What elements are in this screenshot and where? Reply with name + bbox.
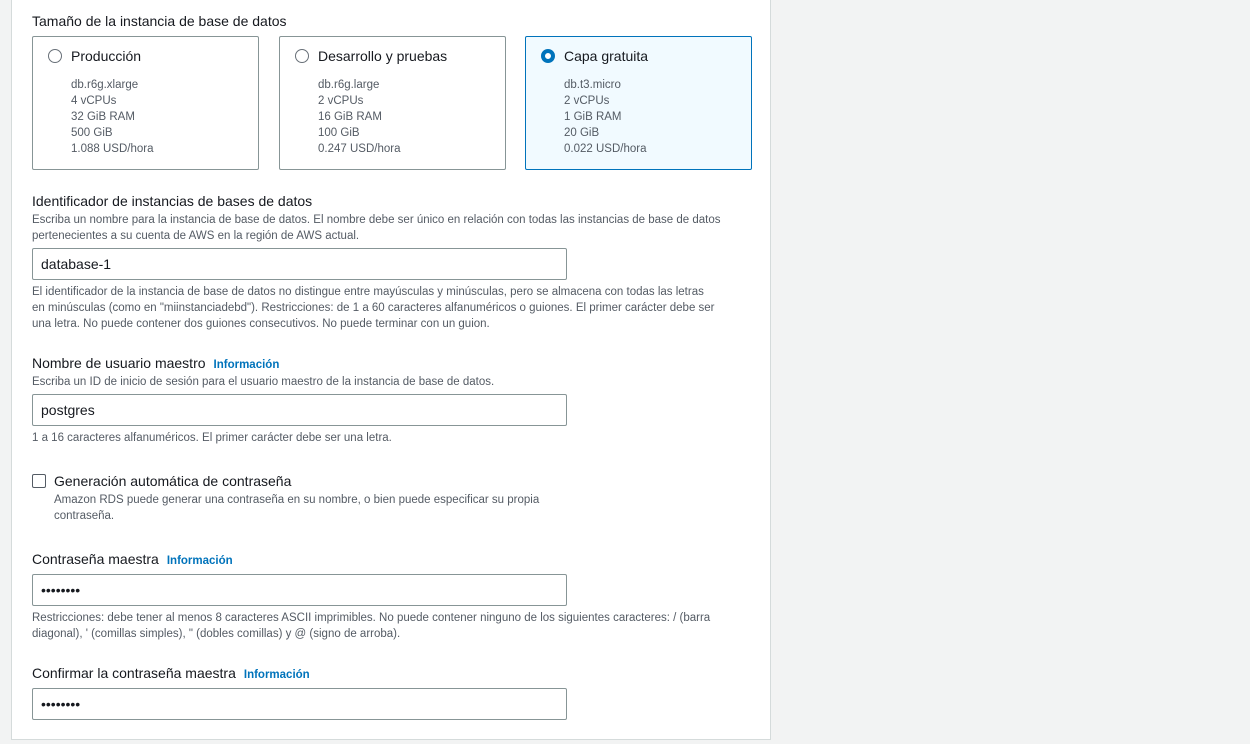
- master-password-hint: Restricciones: debe tener al menos 8 car…: [32, 610, 710, 642]
- auto-password-label[interactable]: Generación automática de contraseña: [54, 472, 291, 490]
- master-password-info-link[interactable]: Información: [167, 555, 233, 567]
- identifier-hint-line: El identificador de la instancia de base…: [32, 286, 704, 298]
- spec-ram: 32 GiB RAM: [71, 111, 135, 123]
- master-password-title: Contraseña maestra: [32, 551, 159, 567]
- confirm-password-input[interactable]: ••••••••: [32, 688, 567, 720]
- identifier-description-line: pertenecientes a su cuenta de AWS en la …: [32, 230, 360, 242]
- identifier-hint-line: una letra. No puede contener dos guiones…: [32, 318, 490, 330]
- confirm-password-title: Confirmar la contraseña maestra: [32, 665, 236, 681]
- identifier-input[interactable]: database-1: [32, 248, 567, 280]
- spec-storage: 20 GiB: [564, 127, 600, 139]
- auto-password-checkbox[interactable]: [32, 474, 46, 488]
- tile-capa-gratuita[interactable]: Capa gratuita db.t3.micro 2 vCPUs 1 GiB …: [525, 36, 752, 170]
- spec-vcpu: 4 vCPUs: [71, 95, 117, 107]
- spec-price: 0.022 USD/hora: [564, 143, 647, 155]
- identifier-description-line: Escriba un nombre para la instancia de b…: [32, 214, 721, 226]
- master-password-hint-line: Restricciones: debe tener al menos 8 car…: [32, 612, 711, 624]
- tile-capa-gratuita-specs: db.t3.micro 2 vCPUs 1 GiB RAM 20 GiB 0.0…: [564, 77, 646, 157]
- tile-desarrollo-specs: db.r6g.large 2 vCPUs 16 GiB RAM 100 GiB …: [318, 77, 400, 157]
- spec-ram: 16 GiB RAM: [318, 111, 382, 123]
- radio-capa-gratuita[interactable]: [541, 49, 555, 63]
- confirm-password-heading: Confirmar la contraseña maestra Informaci…: [32, 664, 310, 684]
- master-username-hint: 1 a 16 caracteres alfanuméricos. El prim…: [32, 432, 392, 444]
- tile-capa-gratuita-title: Capa gratuita: [564, 48, 649, 64]
- master-password-hint-line: diagonal), ' (comillas simples), " (dobl…: [32, 628, 401, 640]
- confirm-password-info-link[interactable]: Información: [244, 669, 310, 681]
- master-username-title: Nombre de usuario maestro: [32, 355, 206, 371]
- radio-desarrollo[interactable]: [295, 49, 309, 63]
- master-username-description: Escriba un ID de inicio de sesión para e…: [32, 376, 495, 388]
- master-username-input[interactable]: postgres: [32, 394, 567, 426]
- spec-class: db.r6g.large: [318, 79, 380, 91]
- tile-produccion-specs: db.r6g.xlarge 4 vCPUs 32 GiB RAM 500 GiB…: [71, 77, 153, 157]
- tile-produccion[interactable]: Producción db.r6g.xlarge 4 vCPUs 32 GiB …: [32, 36, 259, 170]
- identifier-hint-line: en minúsculas (como en "miinstanciadebd"…: [32, 302, 715, 314]
- master-username-info-link[interactable]: Información: [214, 359, 280, 371]
- spec-vcpu: 2 vCPUs: [318, 95, 364, 107]
- spec-ram: 1 GiB RAM: [564, 111, 622, 123]
- tile-desarrollo[interactable]: Desarrollo y pruebas db.r6g.large 2 vCPU…: [279, 36, 506, 170]
- spec-price: 1.088 USD/hora: [71, 143, 154, 155]
- master-username-heading: Nombre de usuario maestro Información: [32, 354, 279, 374]
- auto-password-description-line: contraseña.: [54, 510, 115, 522]
- auto-password-description: Amazon RDS puede generar una contraseña …: [54, 492, 539, 524]
- auto-password-description-line: Amazon RDS puede generar una contraseña …: [54, 494, 540, 506]
- master-password-heading: Contraseña maestra Información: [32, 550, 233, 570]
- identifier-hint: El identificador de la instancia de base…: [32, 284, 715, 332]
- instance-size-title: Tamaño de la instancia de base de datos: [32, 13, 287, 29]
- tile-desarrollo-title: Desarrollo y pruebas: [318, 48, 448, 64]
- tile-produccion-title: Producción: [71, 48, 142, 64]
- spec-price: 0.247 USD/hora: [318, 143, 401, 155]
- spec-storage: 100 GiB: [318, 127, 360, 139]
- radio-produccion[interactable]: [48, 49, 62, 63]
- master-password-input[interactable]: ••••••••: [32, 574, 567, 606]
- spec-class: db.t3.micro: [564, 79, 621, 91]
- spec-vcpu: 2 vCPUs: [564, 95, 610, 107]
- identifier-description: Escriba un nombre para la instancia de b…: [32, 212, 721, 244]
- identifier-title: Identificador de instancias de bases de …: [32, 193, 313, 209]
- spec-class: db.r6g.xlarge: [71, 79, 139, 91]
- spec-storage: 500 GiB: [71, 127, 113, 139]
